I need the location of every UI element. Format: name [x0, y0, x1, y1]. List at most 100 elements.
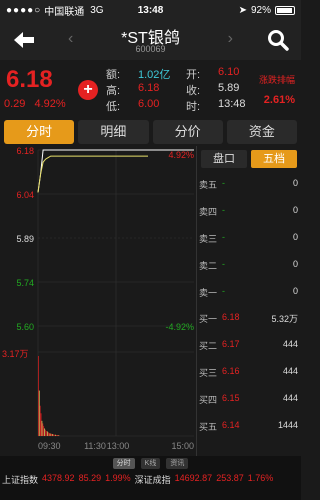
y-tick-label: 5.60 [16, 322, 34, 332]
chart-tabs: 分时 明细 分价 资金 [0, 118, 301, 146]
tab-market-depth[interactable]: 盘口 [201, 150, 247, 168]
add-watchlist-button[interactable]: + [78, 80, 98, 100]
last-time-value: 13:48 [218, 98, 246, 110]
volume-bar [57, 435, 59, 436]
level-volume: 444 [282, 366, 298, 376]
level-price: 6.15 [222, 393, 240, 403]
bottom-tab-news[interactable]: 资讯 [166, 458, 189, 469]
tab-details[interactable]: 明细 [78, 120, 149, 144]
tab-capital[interactable]: 资金 [226, 120, 297, 144]
amount-row: 额: 1.02亿 [106, 66, 170, 82]
status-bar: ●●●●○ 中国联通 3G 13:48 ➤ 92% [0, 0, 301, 20]
level-volume: 0 [292, 232, 298, 242]
volume-bar [56, 434, 58, 436]
index-ticker[interactable]: 上证指数 4378.92 85.29 1.99% 深证成指 14692.87 2… [0, 473, 301, 486]
limit-value: 2.61% [263, 94, 295, 106]
high-row: 高: 6.18 [106, 82, 160, 97]
volume-bar [53, 434, 54, 436]
x-tick-label: 09:30 [38, 441, 61, 451]
x-tick-label: 11:30 [84, 441, 106, 451]
limit-label: 涨跌排幅 [258, 75, 295, 85]
volume-bar [38, 390, 40, 436]
level-volume: 444 [282, 393, 298, 403]
level-volume: 0 [292, 286, 298, 296]
level-price: - [222, 178, 225, 188]
intraday-chart: 6.18 6.04 5.89 5.74 5.60 4.92% -4.92% 3.17万 09:3… [2, 146, 194, 451]
order-book-tabs: 盘口 五档 [201, 150, 297, 168]
status-time: 13:48 [137, 4, 164, 16]
level-label: 买一 [199, 314, 218, 324]
level-volume: 5.32万 [271, 314, 298, 324]
volume-bar [54, 434, 55, 436]
index-change: 85.29 [78, 473, 102, 483]
ask-row: 卖五 - 0 [197, 178, 302, 192]
y-tick-label-right: 4.92% [168, 150, 194, 160]
change-percent: 4.92% [34, 98, 66, 110]
bid-row: 买一 6.18 5.32万 [197, 312, 302, 326]
tab-intraday[interactable]: 分时 [4, 120, 75, 144]
level-price: - [222, 205, 225, 215]
ask-row: 卖一 - 0 [197, 286, 302, 300]
ask-row: 卖四 - 0 [197, 205, 302, 219]
level-label: 卖三 [199, 234, 218, 244]
change-value: 0.29 [4, 98, 26, 110]
level-volume: 0 [292, 259, 298, 269]
order-book-panel: 盘口 五档 卖五 -0 卖四 -0 卖三 -0 卖二 -0 卖一 -0 买一 6.18 5.32万 买二 6… [196, 146, 301, 456]
index-name: 上证指数 [2, 475, 39, 485]
tab-five-levels[interactable]: 五档 [251, 150, 297, 168]
index-value: 14692.87 [174, 473, 213, 483]
index-pct: 1.99% [105, 473, 131, 483]
bottom-tab-kline[interactable]: K线 [140, 458, 161, 469]
chevron-right-icon[interactable]: › [228, 30, 233, 48]
volume-bar [38, 356, 39, 436]
quote-panel: 6.18 0.29 4.92% + 额: 1.02亿 高: 6.18 低: 6.… [0, 60, 301, 118]
level-price: 6.14 [222, 420, 240, 430]
volume-bar [58, 435, 60, 436]
bottom-tabs: 分时 K线 资讯 [0, 458, 301, 469]
nav-bar: ‹ *ST银鸽 600069 › [0, 20, 301, 60]
bid-row: 买四 6.15 444 [197, 393, 302, 407]
open-value: 6.10 [218, 66, 240, 78]
average-line [37, 155, 148, 193]
level-price: 6.16 [222, 366, 240, 376]
volume-max-label: 3.17万 [2, 349, 29, 359]
level-volume: 0 [292, 205, 298, 215]
index-name: 深证成指 [134, 475, 171, 485]
volume-bar [50, 433, 52, 436]
level-label: 买五 [199, 422, 218, 432]
price-change: 0.29 4.92% [4, 98, 72, 110]
amount-value: 1.02亿 [138, 69, 171, 81]
low-row: 低: 6.00 [106, 98, 160, 113]
level-volume: 444 [282, 339, 298, 349]
level-label: 卖一 [199, 288, 218, 298]
high-value: 6.18 [138, 82, 160, 94]
volume-bar [47, 432, 49, 436]
stock-code: 600069 [135, 44, 166, 54]
index-change: 253.87 [216, 473, 244, 483]
volume-bar [56, 434, 57, 436]
search-icon[interactable] [267, 29, 289, 51]
volume-bar [51, 433, 53, 436]
bid-row: 买二 6.17 444 [197, 339, 302, 353]
index-value: 4378.92 [42, 473, 75, 483]
y-tick-label: 5.89 [16, 234, 34, 244]
x-tick-label: 15:00 [171, 441, 194, 451]
level-label: 买四 [199, 395, 218, 405]
volume-bar [39, 405, 41, 436]
prev-close-value: 5.89 [218, 82, 240, 94]
index-pct: 1.76% [247, 473, 274, 483]
level-label: 买三 [199, 368, 218, 378]
bottom-tab-intraday[interactable]: 分时 [112, 458, 135, 469]
ask-row: 卖二 - 0 [197, 259, 302, 273]
bid-row: 买三 6.16 444 [197, 366, 302, 380]
index-bar: 分时 K线 资讯 上证指数 4378.92 85.29 1.99% 深证成指 1… [0, 456, 301, 500]
volume-bar [40, 413, 42, 436]
volume-bar [47, 431, 48, 436]
low-value: 6.00 [138, 98, 160, 110]
level-volume: 0 [292, 178, 298, 188]
tab-price-distribution[interactable]: 分价 [152, 120, 223, 144]
volume-bar [42, 423, 44, 436]
bid-row: 买五 6.14 1444 [197, 420, 302, 434]
home-indicator [0, 486, 301, 500]
open-row: 开: 6.10 [186, 66, 240, 81]
